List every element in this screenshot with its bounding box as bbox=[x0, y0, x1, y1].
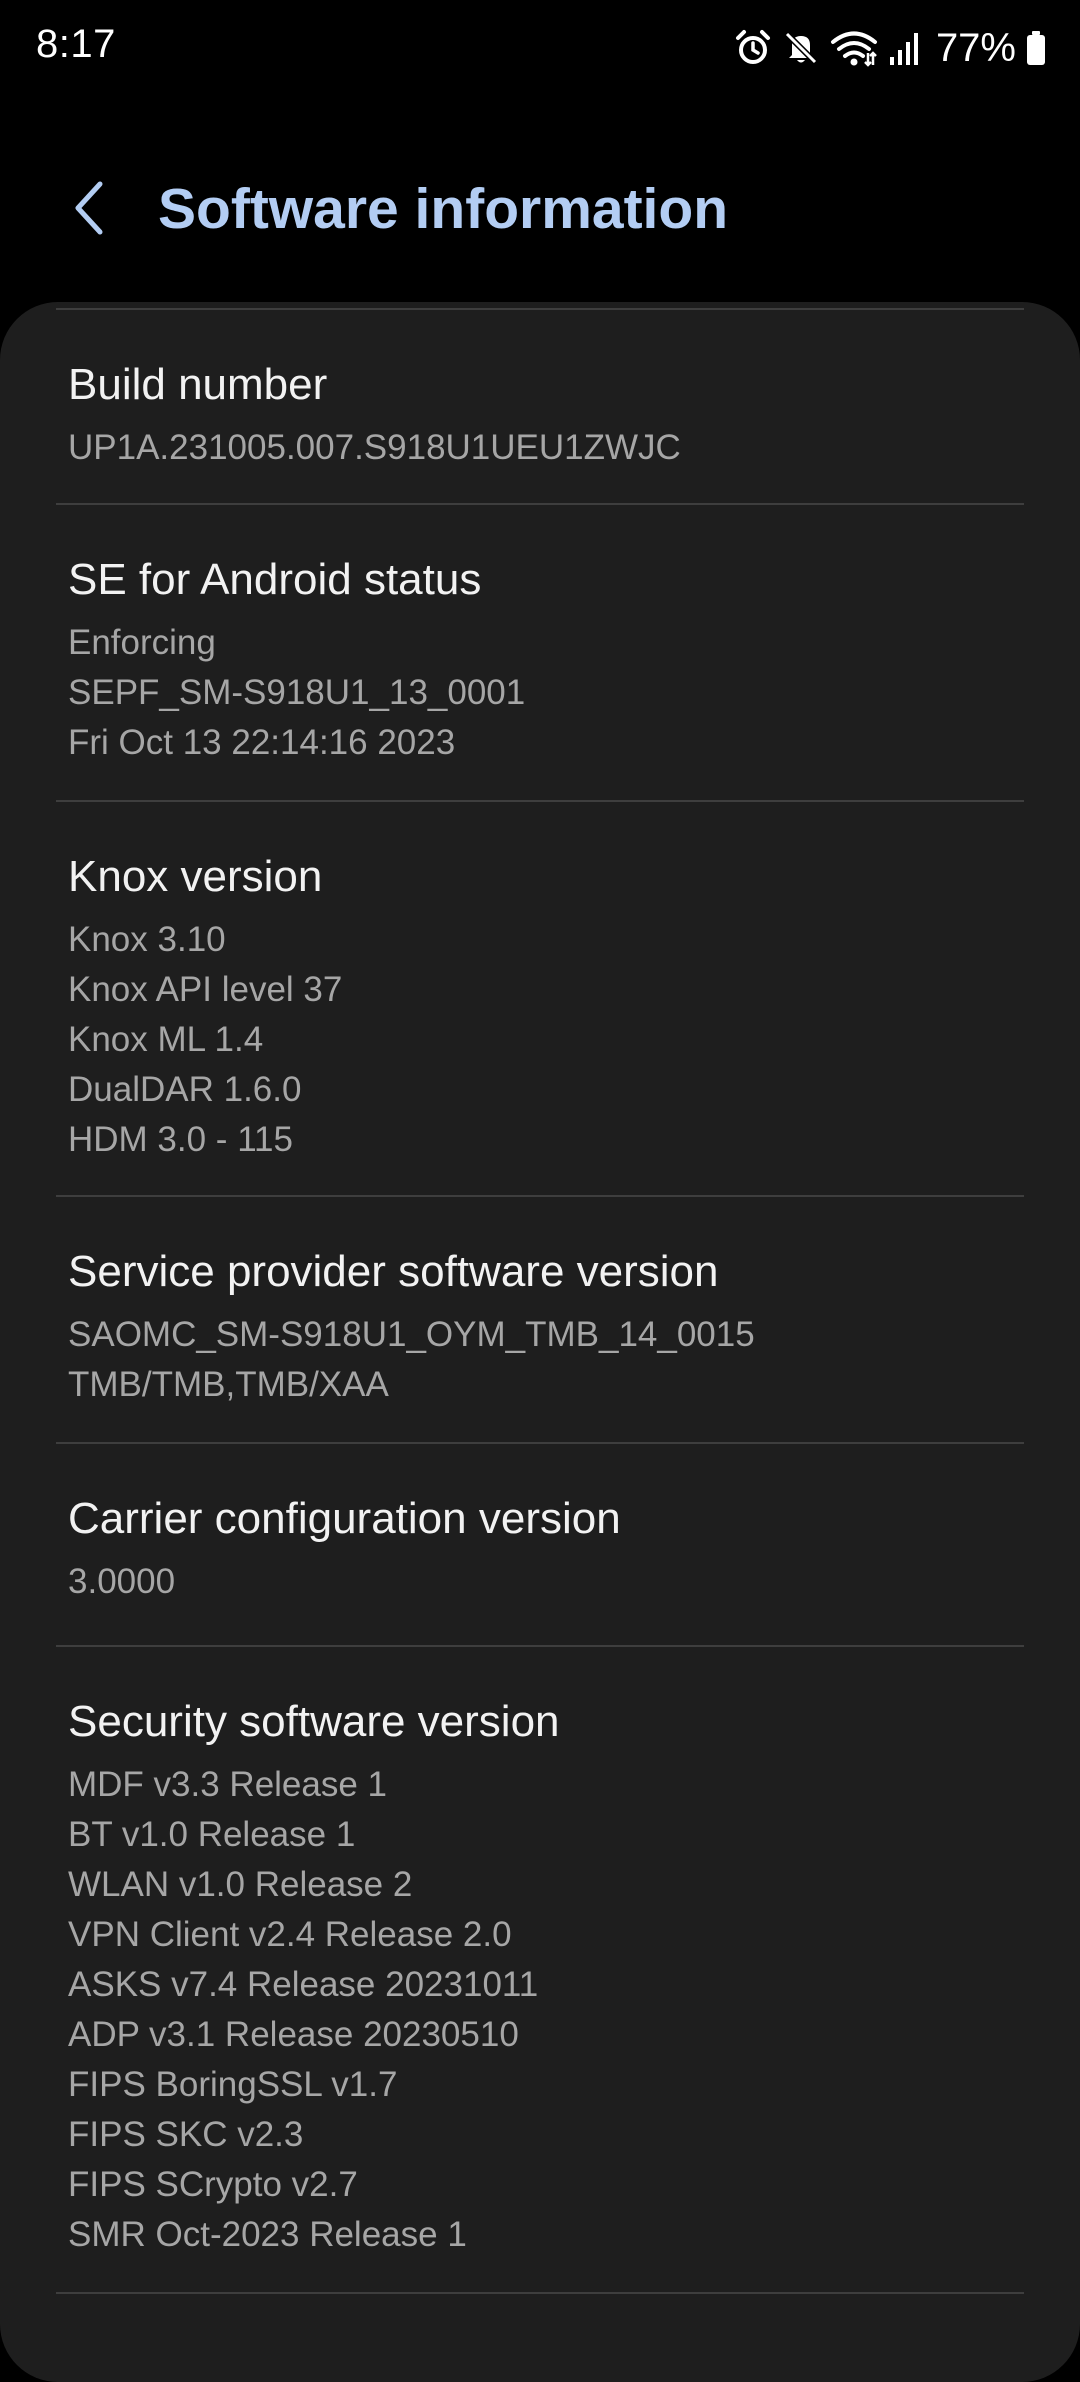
item-value: FIPS SKC v2.3 bbox=[68, 2115, 304, 2154]
item-value: Knox API level 37 bbox=[68, 970, 343, 1009]
item-title: Carrier configuration version bbox=[68, 1494, 621, 1543]
item-title: Security software version bbox=[68, 1697, 560, 1746]
item-value: UP1A.231005.007.S918U1UEU1ZWJC bbox=[68, 428, 681, 467]
item-value: VPN Client v2.4 Release 2.0 bbox=[68, 1915, 512, 1954]
item-title: Build number bbox=[68, 360, 328, 409]
item-value: FIPS BoringSSL v1.7 bbox=[68, 2065, 398, 2104]
item-value: FIPS SCrypto v2.7 bbox=[68, 2165, 358, 2204]
divider bbox=[56, 2292, 1024, 2294]
item-value: TMB/TMB,TMB/XAA bbox=[68, 1365, 389, 1404]
item-value: HDM 3.0 - 115 bbox=[68, 1120, 293, 1159]
item-value: MDF v3.3 Release 1 bbox=[68, 1765, 388, 1804]
battery-icon bbox=[1026, 29, 1046, 67]
status-icons: 77% bbox=[734, 24, 1046, 72]
item-title: Knox version bbox=[68, 852, 323, 901]
item-value: Knox 3.10 bbox=[68, 920, 226, 959]
item-value: WLAN v1.0 Release 2 bbox=[68, 1865, 413, 1904]
item-value: ADP v3.1 Release 20230510 bbox=[68, 2015, 519, 2054]
mute-icon bbox=[782, 29, 820, 67]
list-item-build-number[interactable]: Build number UP1A.231005.007.S918U1UEU1Z… bbox=[0, 310, 1080, 504]
item-title: SE for Android status bbox=[68, 555, 482, 604]
list-item-security-software-version[interactable]: Security software version MDF v3.3 Relea… bbox=[0, 1647, 1080, 2293]
list-item-se-for-android-status[interactable]: SE for Android status Enforcing SEPF_SM-… bbox=[0, 505, 1080, 801]
item-value: Enforcing bbox=[68, 623, 216, 662]
info-card: Build number UP1A.231005.007.S918U1UEU1Z… bbox=[0, 302, 1080, 2382]
item-value: Fri Oct 13 22:14:16 2023 bbox=[68, 723, 456, 762]
item-title: Service provider software version bbox=[68, 1247, 719, 1296]
item-value: SMR Oct-2023 Release 1 bbox=[68, 2215, 467, 2254]
page-title: Software information bbox=[158, 177, 729, 241]
app-bar: Software information bbox=[0, 150, 1080, 274]
alarm-icon bbox=[734, 29, 772, 67]
back-button[interactable] bbox=[56, 172, 120, 248]
status-bar: 8:17 77% bbox=[0, 0, 1080, 96]
item-value: SAOMC_SM-S918U1_OYM_TMB_14_0015 bbox=[68, 1315, 755, 1354]
item-value: BT v1.0 Release 1 bbox=[68, 1815, 356, 1854]
battery-percent: 77% bbox=[935, 25, 1016, 70]
list-item-service-provider-software-version[interactable]: Service provider software version SAOMC_… bbox=[0, 1197, 1080, 1442]
item-value: Knox ML 1.4 bbox=[68, 1020, 264, 1059]
chevron-left-icon bbox=[68, 178, 108, 243]
signal-icon bbox=[888, 29, 922, 67]
item-value: 3.0000 bbox=[68, 1562, 176, 1601]
list-item-knox-version[interactable]: Knox version Knox 3.10 Knox API level 37… bbox=[0, 802, 1080, 1196]
wifi-icon bbox=[830, 29, 878, 67]
status-time: 8:17 bbox=[36, 22, 116, 66]
item-value: DualDAR 1.6.0 bbox=[68, 1070, 302, 1109]
item-value: SEPF_SM-S918U1_13_0001 bbox=[68, 673, 526, 712]
list-item-carrier-configuration-version[interactable]: Carrier configuration version 3.0000 bbox=[0, 1444, 1080, 1646]
item-value: ASKS v7.4 Release 20231011 bbox=[68, 1965, 539, 2004]
